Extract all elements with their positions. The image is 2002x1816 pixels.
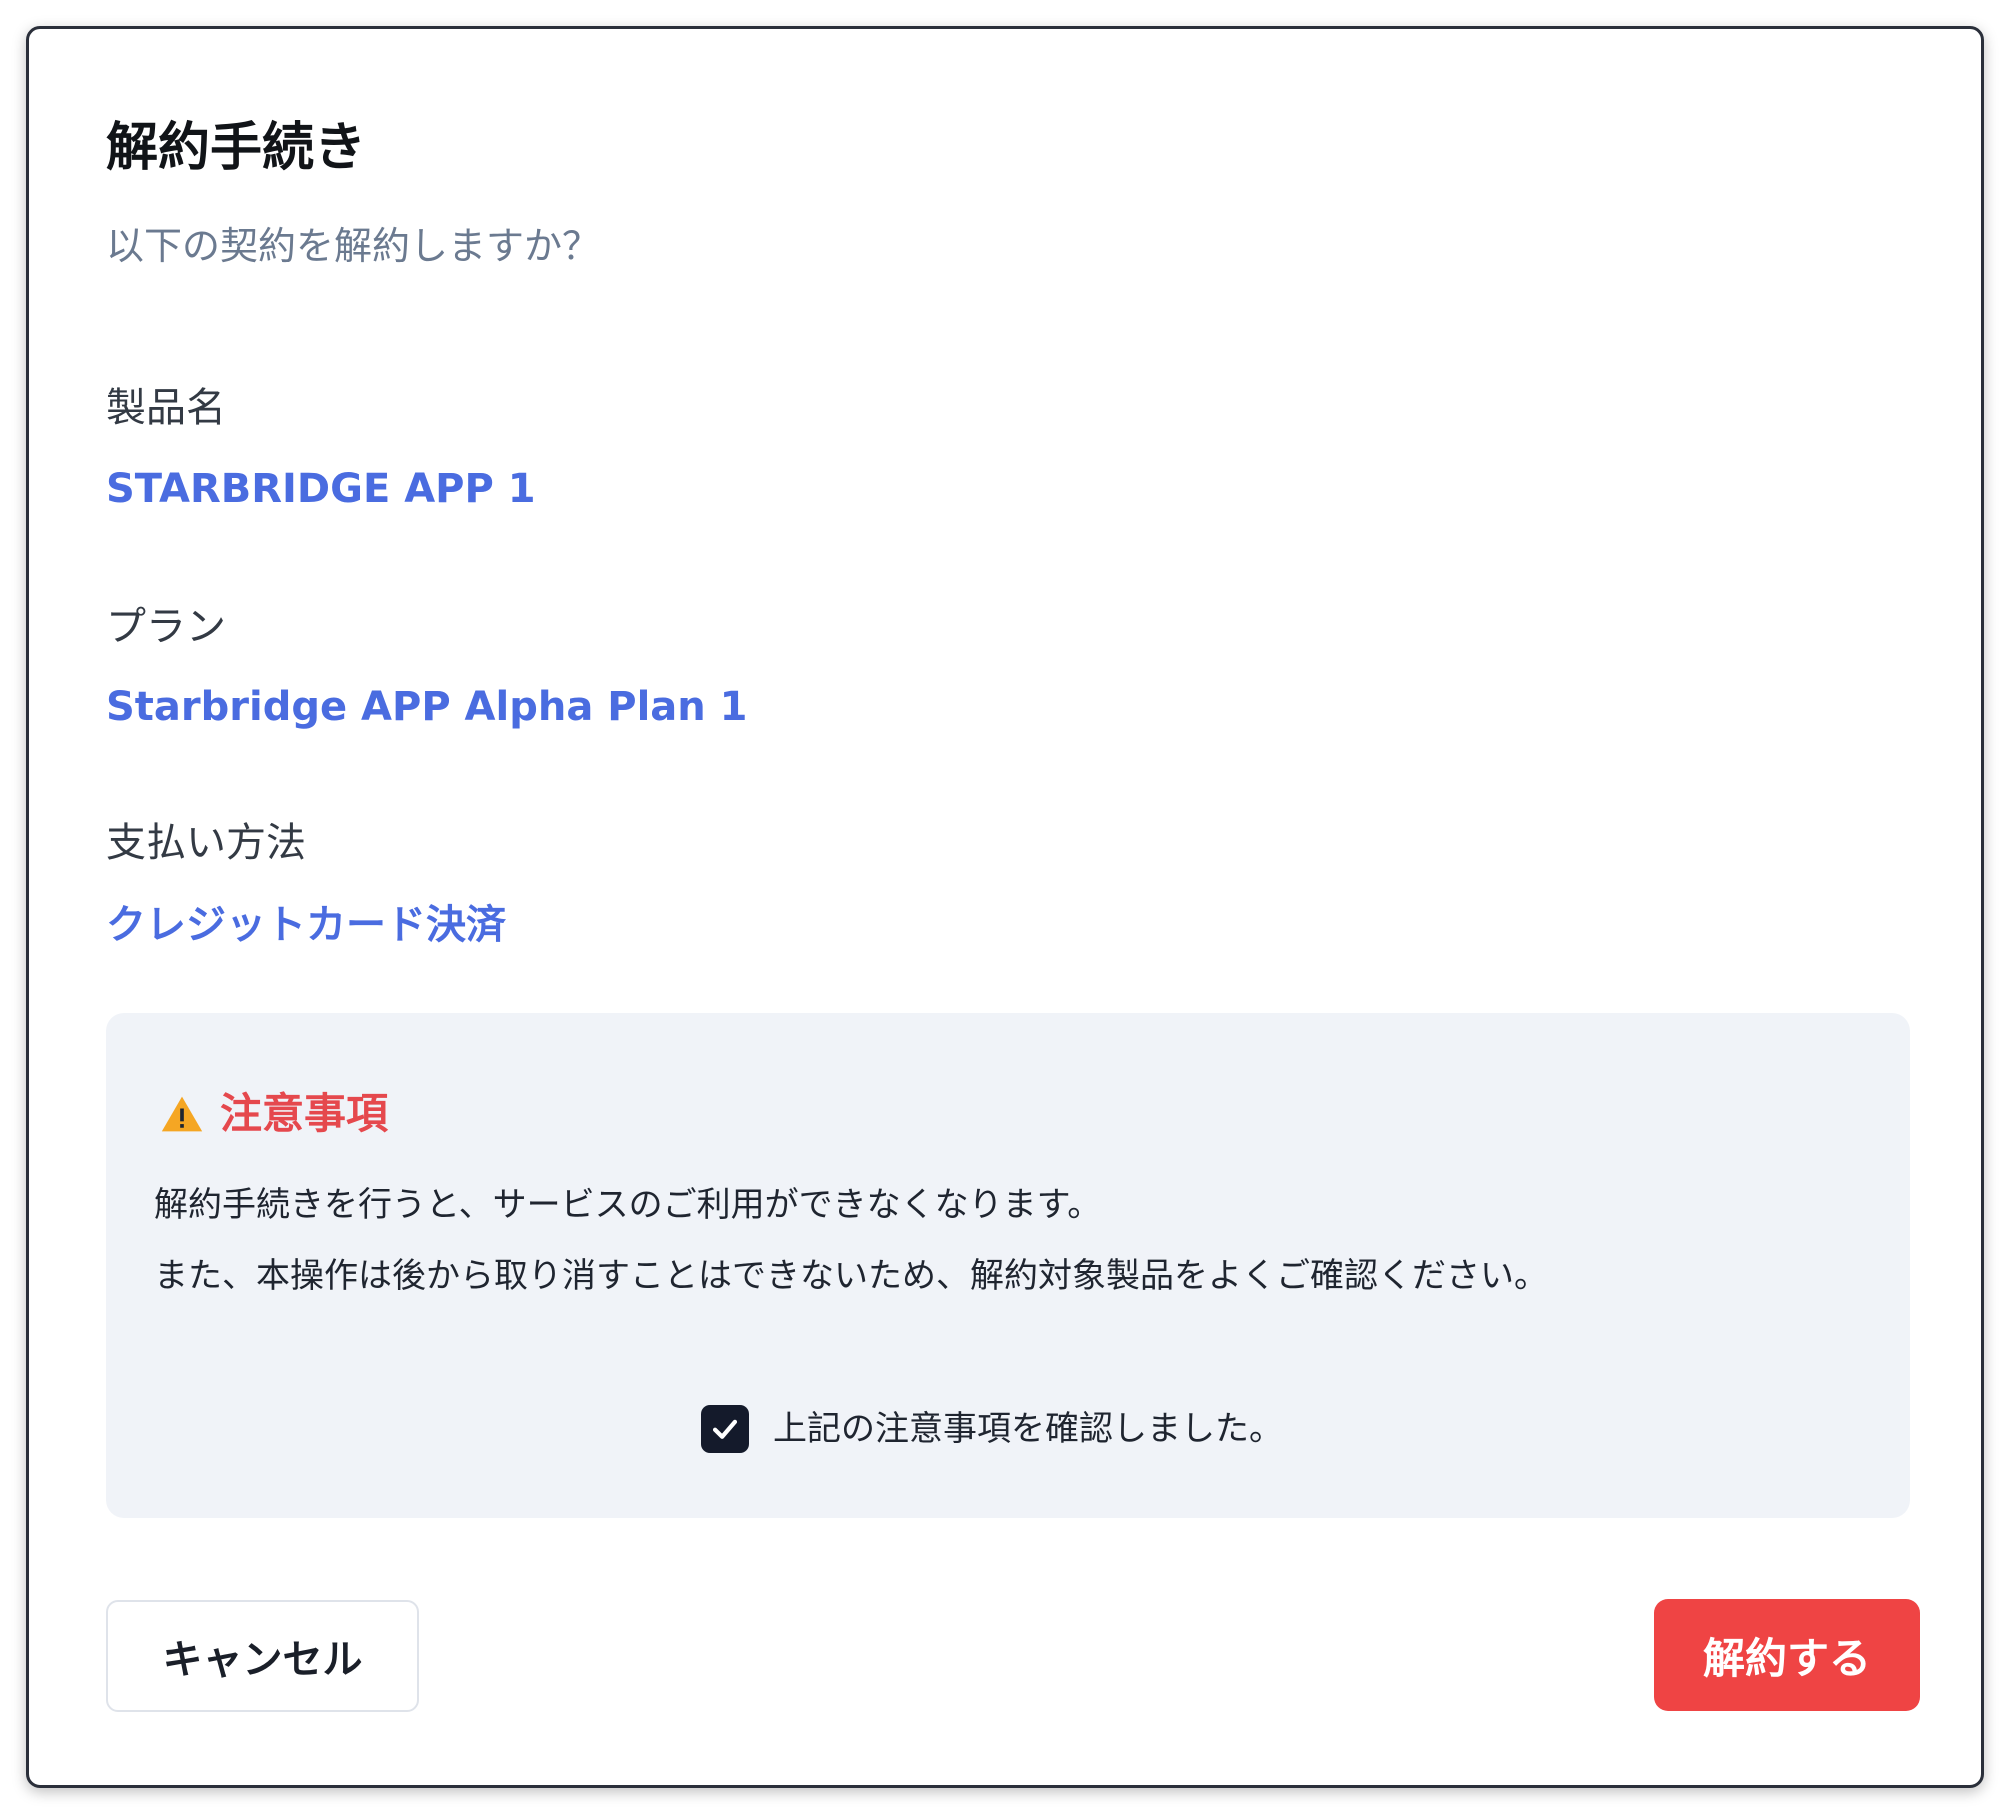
product-name-label: 製品名 <box>106 385 226 431</box>
cancel-button-label: キャンセル <box>162 1637 363 1683</box>
confirm-checkbox-row[interactable]: 上記の注意事項を確認しました。 <box>701 1405 1283 1453</box>
plan-label: プラン <box>106 604 226 650</box>
notice-line-2: また、本操作は後から取り消すことはできないため、解約対象製品をよくご確認ください… <box>154 1256 1548 1296</box>
confirm-checkbox[interactable] <box>701 1405 749 1453</box>
checkmark-icon <box>712 1419 738 1439</box>
dialog-subtitle: 以下の契約を解約しますか？ <box>106 224 601 268</box>
plan-value: Starbridge APP Alpha Plan 1 <box>106 684 748 730</box>
payment-method-label: 支払い方法 <box>106 820 306 866</box>
confirm-cancellation-button[interactable]: 解約する <box>1654 1599 1920 1711</box>
dialog-title: 解約手続き <box>106 118 367 178</box>
warning-icon <box>160 1092 204 1136</box>
notice-header: 注意事項 <box>160 1089 388 1139</box>
payment-method-value: クレジットカード決済 <box>106 902 506 948</box>
product-name-value: STARBRIDGE APP 1 <box>106 466 536 512</box>
confirm-checkbox-label: 上記の注意事項を確認しました。 <box>773 1408 1283 1449</box>
notice-panel: 注意事項 解約手続きを行うと、サービスのご利用ができなくなります。 また、本操作… <box>106 1013 1910 1518</box>
cancel-contract-dialog: 解約手続き 以下の契約を解約しますか？ 製品名 STARBRIDGE APP 1… <box>26 26 1984 1788</box>
cancel-button[interactable]: キャンセル <box>106 1600 419 1712</box>
confirm-cancellation-button-label: 解約する <box>1702 1634 1871 1682</box>
notice-title: 注意事項 <box>220 1089 389 1138</box>
notice-line-1: 解約手続きを行うと、サービスのご利用ができなくなります。 <box>154 1185 1102 1225</box>
